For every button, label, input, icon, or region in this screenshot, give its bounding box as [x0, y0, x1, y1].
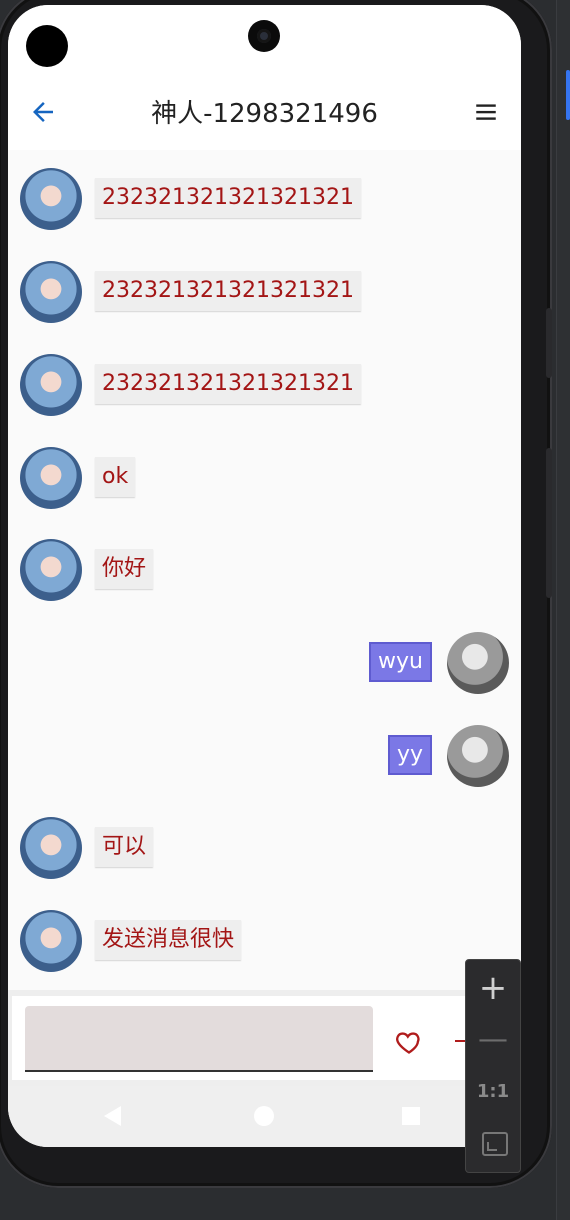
composer-inner: [12, 996, 521, 1080]
message-bubble-outgoing[interactable]: yy: [387, 735, 432, 775]
zoom-actual-size-button[interactable]: 1:1: [466, 1066, 520, 1118]
message-row: ok: [8, 447, 521, 509]
emulator-side-tab[interactable]: [566, 70, 570, 120]
message-bubble-incoming[interactable]: ok: [95, 457, 136, 497]
volume-button: [546, 308, 552, 378]
message-row: yy: [8, 725, 521, 787]
nav-home-icon[interactable]: [254, 1106, 274, 1126]
emulator-zoom-toolbar: + — 1:1: [465, 959, 521, 1173]
fit-screen-icon: [482, 1132, 508, 1156]
message-input[interactable]: [25, 1006, 373, 1072]
message-bubble-incoming[interactable]: 232321321321321321: [95, 271, 361, 311]
contact-avatar[interactable]: [20, 168, 82, 230]
emulator-side-panel: [556, 0, 570, 1220]
message-row: 发送消息很快: [8, 910, 521, 972]
contact-avatar[interactable]: [20, 910, 82, 972]
message-bubble-incoming[interactable]: 你好: [95, 549, 154, 589]
message-bubble-incoming[interactable]: 可以: [95, 827, 154, 867]
message-row: 可以: [8, 817, 521, 879]
phone-screen: 神人-1298321496 232321321321321321 2323213…: [8, 5, 521, 1147]
message-bubble-outgoing[interactable]: wyu: [369, 642, 432, 682]
message-bubble-incoming[interactable]: 发送消息很快: [95, 920, 242, 960]
chat-list[interactable]: 232321321321321321 232321321321321321 23…: [8, 150, 521, 990]
zoom-in-icon[interactable]: +: [466, 962, 520, 1014]
nav-recents-icon[interactable]: [402, 1107, 420, 1125]
heart-outline-icon[interactable]: [394, 1028, 424, 1056]
zoom-out-icon[interactable]: —: [466, 1014, 520, 1066]
message-row: 232321321321321321: [8, 168, 521, 230]
contact-avatar[interactable]: [20, 261, 82, 323]
app-bar: 神人-1298321496: [8, 75, 521, 150]
user-avatar[interactable]: [447, 725, 509, 787]
zoom-fit-icon[interactable]: [466, 1118, 520, 1170]
message-row: 232321321321321321: [8, 354, 521, 416]
message-row: wyu: [8, 632, 521, 694]
message-row: 你好: [8, 539, 521, 601]
message-row: 232321321321321321: [8, 261, 521, 323]
camera-cutout-icon: [26, 25, 68, 67]
status-bar: [8, 5, 521, 75]
power-button: [546, 448, 552, 598]
composer-bar: [8, 990, 521, 1086]
user-avatar[interactable]: [447, 632, 509, 694]
nav-back-icon[interactable]: [104, 1106, 121, 1126]
contact-avatar[interactable]: [20, 447, 82, 509]
message-bubble-incoming[interactable]: 232321321321321321: [95, 364, 361, 404]
message-bubble-incoming[interactable]: 232321321321321321: [95, 178, 361, 218]
page-title: 神人-1298321496: [151, 99, 378, 129]
system-nav-bar: [8, 1086, 521, 1147]
contact-avatar[interactable]: [20, 817, 82, 879]
front-camera-icon: [248, 20, 280, 52]
contact-avatar[interactable]: [20, 354, 82, 416]
hamburger-menu-icon[interactable]: [473, 99, 499, 125]
contact-avatar[interactable]: [20, 539, 82, 601]
